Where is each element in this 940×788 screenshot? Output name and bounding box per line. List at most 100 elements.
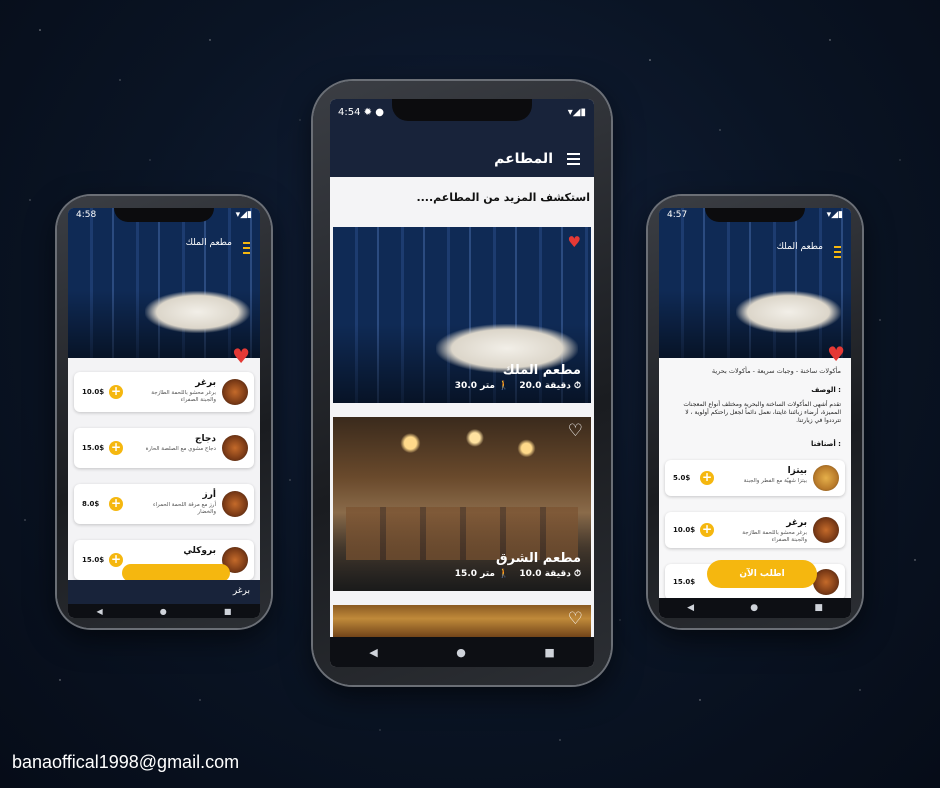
- food-price: 10.0$: [82, 388, 105, 396]
- right-favorite-heart-icon[interactable]: ♥: [827, 344, 845, 364]
- right-screen: 4:57 ▾◢▮ مطعم الملك ♥ مأكولات ساخنة - وج…: [659, 208, 851, 618]
- left-status-time: 4:58: [76, 210, 97, 220]
- contact-email: banaoffical1998@gmail.com: [12, 752, 240, 772]
- restaurant-name: مطعم الشرق: [495, 551, 581, 566]
- add-to-cart-button[interactable]: +: [109, 553, 123, 567]
- left-header-photo: [68, 208, 260, 358]
- signal-icon: ▾◢▮: [235, 210, 252, 220]
- left-bottom-label: برغر: [232, 586, 250, 596]
- restaurant-caption: مطعم الملك 30.0 متر 🚶 20.0 دقيقة ⏱: [455, 363, 581, 391]
- walking-icon: 🚶: [498, 381, 510, 391]
- restaurant-categories: مأكولات ساخنة - وجبات سريعة - مأكولات بح…: [711, 367, 841, 375]
- delivery-time: 20.0 دقيقة ⏱: [519, 381, 581, 391]
- food-name: برغر: [786, 518, 807, 528]
- food-name: أرز: [202, 490, 216, 500]
- center-status-time: 4:54: [338, 106, 361, 118]
- signal-battery-icon: ▾◢▮: [567, 106, 586, 118]
- right-status-time: 4:57: [667, 210, 688, 220]
- favorite-heart-icon[interactable]: ♥: [568, 235, 581, 250]
- center-system-nav: ◀ ● ■: [330, 637, 594, 667]
- center-phone: 4:54 ✹ ● ▾◢▮ المطاعم استكشف المزيد من ال…: [313, 81, 611, 685]
- left-restaurant-title: مطعم الملك: [185, 238, 232, 248]
- restaurant-description: تقدم أشهى المأكولات الساخنة والبحرية ومخ…: [683, 401, 841, 425]
- add-to-cart-button[interactable]: +: [700, 523, 714, 537]
- food-image: [813, 517, 839, 543]
- timer-icon: ⏱: [573, 569, 581, 579]
- food-card[interactable]: أرز أرز مع مرقة اللحمة الحمراء والخضار +…: [74, 484, 254, 524]
- food-price: 8.0$: [82, 500, 100, 508]
- back-icon[interactable]: ◀: [687, 603, 694, 613]
- signal-icon: ▾◢▮: [826, 210, 843, 220]
- add-to-cart-button[interactable]: +: [700, 471, 714, 485]
- back-icon[interactable]: ◀: [369, 646, 377, 659]
- left-favorite-heart-icon[interactable]: ♥: [232, 346, 250, 366]
- food-description: دجاج مشوي مع الصلصة الحارة: [145, 446, 216, 452]
- food-name: دجاج: [195, 434, 216, 444]
- walk-distance: 15.0 متر 🚶: [454, 569, 510, 579]
- settings-icon: ✹: [363, 106, 373, 118]
- page-title: المطاعم: [494, 151, 553, 167]
- home-icon[interactable]: ●: [750, 603, 758, 613]
- food-price: 15.0$: [82, 556, 105, 564]
- food-image: [222, 379, 248, 405]
- add-to-cart-button[interactable]: +: [109, 497, 123, 511]
- left-phone: 4:58 ▾◢▮ مطعم الملك ♥ برغر برغر محشو بال…: [57, 196, 271, 628]
- food-card[interactable]: برغر برغر محشو باللحمة الطازجة والجبنة ا…: [665, 512, 845, 548]
- order-now-button[interactable]: اطلب الآن: [707, 560, 817, 588]
- left-notch: [114, 208, 214, 222]
- food-price: 5.0$: [673, 474, 691, 482]
- add-to-cart-button[interactable]: +: [109, 385, 123, 399]
- center-app-bar: المطاعم: [330, 141, 594, 177]
- food-description: برغر محشو باللحمة الطازجة والجبنة الصفرا…: [151, 390, 216, 404]
- description-heading: الوصف :: [811, 386, 841, 394]
- right-menu-icon[interactable]: [834, 246, 841, 258]
- food-name: بيتزا: [787, 466, 807, 476]
- explore-heading: استكشف المزيد من المطاعم....: [416, 191, 590, 204]
- right-system-nav: ◀ ● ■: [659, 598, 851, 618]
- restaurant-card[interactable]: ♥ مطعم الملك 30.0 متر 🚶 20.0 دقيقة ⏱: [333, 227, 591, 403]
- restaurant-caption: مطعم الشرق 15.0 متر 🚶 10.0 دقيقة ⏱: [455, 551, 581, 579]
- center-notch: [392, 99, 532, 121]
- food-image: [222, 435, 248, 461]
- restaurant-card[interactable]: ♡ مطعم الشرق 15.0 متر 🚶 10.0 دقيقة ⏱: [333, 417, 591, 591]
- left-bottom-bar: برغر: [68, 580, 260, 604]
- home-icon[interactable]: ●: [160, 607, 167, 616]
- right-notch: [705, 208, 805, 222]
- food-price: 15.0$: [82, 444, 105, 452]
- food-card[interactable]: بيتزا بيتزا شهيّة مع الفطر والجبنة + 5.0…: [665, 460, 845, 496]
- food-card[interactable]: دجاج دجاج مشوي مع الصلصة الحارة + 15.0$: [74, 428, 254, 468]
- right-phone: 4:57 ▾◢▮ مطعم الملك ♥ مأكولات ساخنة - وج…: [648, 196, 862, 628]
- recents-icon[interactable]: ■: [224, 607, 232, 616]
- add-to-cart-button[interactable]: +: [109, 441, 123, 455]
- food-name: بروكلي: [183, 546, 216, 556]
- left-system-nav: ◀ ● ■: [68, 604, 260, 618]
- food-description: بيتزا شهيّة مع الفطر والجبنة: [743, 478, 807, 484]
- delivery-time: 10.0 دقيقة ⏱: [519, 569, 581, 579]
- left-screen: 4:58 ▾◢▮ مطعم الملك ♥ برغر برغر محشو بال…: [68, 208, 260, 618]
- food-price: 10.0$: [673, 526, 696, 534]
- food-name: برغر: [195, 378, 216, 388]
- center-screen: 4:54 ✹ ● ▾◢▮ المطاعم استكشف المزيد من ال…: [330, 99, 594, 667]
- walk-distance: 30.0 متر 🚶: [454, 381, 510, 391]
- food-price: 15.0$: [673, 578, 696, 586]
- menu-items-heading: أصنافنا :: [811, 440, 841, 448]
- notification-dot-icon: ●: [375, 106, 384, 118]
- restaurant-card[interactable]: ♡: [333, 605, 591, 639]
- recents-icon[interactable]: ■: [544, 646, 554, 659]
- home-icon[interactable]: ●: [456, 646, 466, 659]
- menu-icon[interactable]: [567, 153, 580, 165]
- food-image: [813, 465, 839, 491]
- right-restaurant-title: مطعم الملك: [776, 242, 823, 252]
- food-description: برغر محشو باللحمة الطازجة والجبنة الصفرا…: [742, 530, 807, 544]
- right-header-photo: [659, 208, 851, 358]
- food-card[interactable]: برغر برغر محشو باللحمة الطازجة والجبنة ا…: [74, 372, 254, 412]
- left-menu-icon[interactable]: [243, 242, 250, 254]
- recents-icon[interactable]: ■: [814, 603, 823, 613]
- favorite-heart-outline-icon[interactable]: ♡: [568, 611, 583, 628]
- timer-icon: ⏱: [573, 381, 581, 391]
- favorite-heart-outline-icon[interactable]: ♡: [568, 423, 583, 440]
- back-icon[interactable]: ◀: [97, 607, 103, 616]
- food-description: أرز مع مرقة اللحمة الحمراء والخضار: [152, 502, 216, 516]
- restaurant-name: مطعم الملك: [502, 363, 581, 378]
- walking-icon: 🚶: [498, 569, 510, 579]
